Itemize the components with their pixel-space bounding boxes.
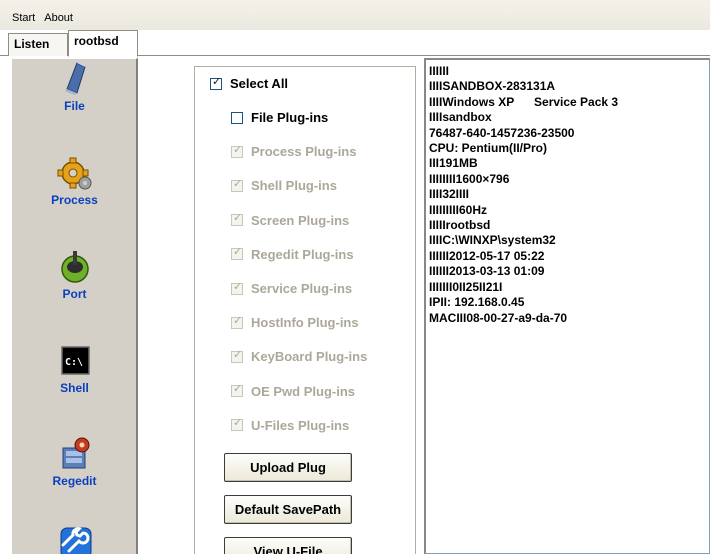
gears-icon xyxy=(57,157,91,190)
checkbox-label: Regedit Plug-ins xyxy=(251,246,354,262)
info-line: IIIIIrootbsd xyxy=(429,218,491,233)
sidebar-item-file[interactable]: File xyxy=(12,59,137,113)
plugin-checkbox: OE Pwd Plug-ins xyxy=(231,382,356,399)
plugin-checkbox: HostInfo Plug-ins xyxy=(231,314,359,331)
sidebar-item-shell[interactable]: C:\ Shell xyxy=(12,341,137,395)
checkbox-box xyxy=(231,348,243,363)
sidebar-item-label: Process xyxy=(51,193,98,207)
checkbox-box xyxy=(231,211,243,227)
checkbox-box xyxy=(231,382,243,398)
sidebar: File Process Port C:\ Shell Regedit xyxy=(11,58,138,554)
checkbox-label: HostInfo Plug-ins xyxy=(251,315,359,331)
info-line: IIII32IIII xyxy=(429,187,470,202)
info-line: MACIII08-00-27-a9-da-70 xyxy=(429,310,568,325)
info-line: IIIIWindows XP Service Pack 3 xyxy=(429,94,619,109)
sidebar-item-label: Regedit xyxy=(52,474,97,488)
checkbox-box xyxy=(231,314,243,329)
info-line: IIIIIIII1600×796 xyxy=(429,171,510,186)
checkbox-label: U-Files Plug-ins xyxy=(251,417,350,433)
tab-rootbsd[interactable]: rootbsd xyxy=(68,30,138,57)
sidebar-item-label: Port xyxy=(62,287,87,301)
checkbox-label: OE Pwd Plug-ins xyxy=(251,383,356,399)
sidebar-item-label: File xyxy=(64,99,85,113)
info-line: IIIIIII0II25II21I xyxy=(429,279,503,294)
plugin-checkbox: KeyBoard Plug-ins xyxy=(231,348,368,365)
info-line: IIIIII2012-05-17 05:22 xyxy=(429,248,545,263)
info-line: IIIIII xyxy=(429,64,450,78)
power-plug-icon xyxy=(60,251,89,283)
checkbox-label: Select All xyxy=(230,76,289,91)
info-line: IIIIsandbox xyxy=(429,110,492,125)
info-line: IPII: 192.168.0.45 xyxy=(429,295,525,310)
checkbox-label: File Plug-ins xyxy=(251,110,329,125)
sidebar-item-regedit[interactable]: Regedit xyxy=(12,434,137,488)
checkbox-box[interactable] xyxy=(231,111,243,124)
registry-icon xyxy=(62,437,89,469)
view-u-file-button[interactable]: View U-File xyxy=(224,537,352,554)
menu-bar: Start About xyxy=(0,0,710,30)
plugin-checkbox[interactable]: File Plug-ins xyxy=(231,110,328,125)
default-savepath-button[interactable]: Default SavePath xyxy=(224,495,352,524)
plugin-checkbox: Shell Plug-ins xyxy=(231,177,337,194)
checkbox-label: Service Plug-ins xyxy=(251,281,353,296)
checkbox-label: Screen Plug-ins xyxy=(251,212,350,228)
checkbox-box xyxy=(231,245,243,261)
info-line: IIIIC:\WINXP\system32 xyxy=(429,233,556,248)
checkbox-box[interactable] xyxy=(210,75,222,90)
book-icon xyxy=(64,61,86,95)
checkbox-label: KeyBoard Plug-ins xyxy=(251,349,368,365)
checkbox-box xyxy=(231,177,243,192)
info-line: IIIIII2013-03-13 01:09 xyxy=(429,264,545,279)
plugin-checkbox: Process Plug-ins xyxy=(231,143,357,160)
menu-about[interactable]: About xyxy=(44,11,73,25)
checkbox-box xyxy=(231,280,243,295)
tab-strip: Listen rootbsd xyxy=(0,30,710,57)
info-line: CPU: Pentium(II/Pro) xyxy=(429,141,548,156)
plugin-checkbox: U-Files Plug-ins xyxy=(231,416,350,433)
wrench-icon xyxy=(60,527,91,554)
checkbox-box xyxy=(231,143,243,158)
checkbox-label: Shell Plug-ins xyxy=(251,178,337,194)
upload-plug-button[interactable]: Upload Plug xyxy=(224,453,352,482)
sidebar-item-label: Shell xyxy=(60,381,89,395)
plugin-panel: Select All File Plug-ins Process Plug-ins… xyxy=(194,66,416,554)
command-prompt-icon: C:\ xyxy=(60,346,90,375)
checkbox-label: Process Plug-ins xyxy=(251,144,357,160)
svg-text:C:\: C:\ xyxy=(65,357,83,368)
sidebar-item-process[interactable]: Process xyxy=(12,153,137,207)
sidebar-item-tools[interactable] xyxy=(12,523,137,554)
checkbox-box xyxy=(231,416,243,432)
tab-listen[interactable]: Listen xyxy=(8,33,68,56)
info-line: IIIISANDBOX-283131A xyxy=(429,79,556,94)
select-all-checkbox[interactable]: Select All xyxy=(210,75,289,91)
plugin-checkbox: Service Plug-ins xyxy=(231,280,353,296)
sidebar-item-port[interactable]: Port xyxy=(12,247,137,301)
info-line: 76487-640-1457236-23500 xyxy=(429,125,575,140)
info-line: IIIIIIIII60Hz xyxy=(429,202,488,217)
menu-start[interactable]: Start xyxy=(12,11,35,25)
info-line: III191MB xyxy=(429,156,478,171)
plugin-checkbox: Regedit Plug-ins xyxy=(231,245,354,262)
plugin-checkbox: Screen Plug-ins xyxy=(231,211,350,228)
host-info-textbox[interactable]: IIIIII IIIISANDBOX-283131A IIIIWindows XP … xyxy=(424,58,710,554)
